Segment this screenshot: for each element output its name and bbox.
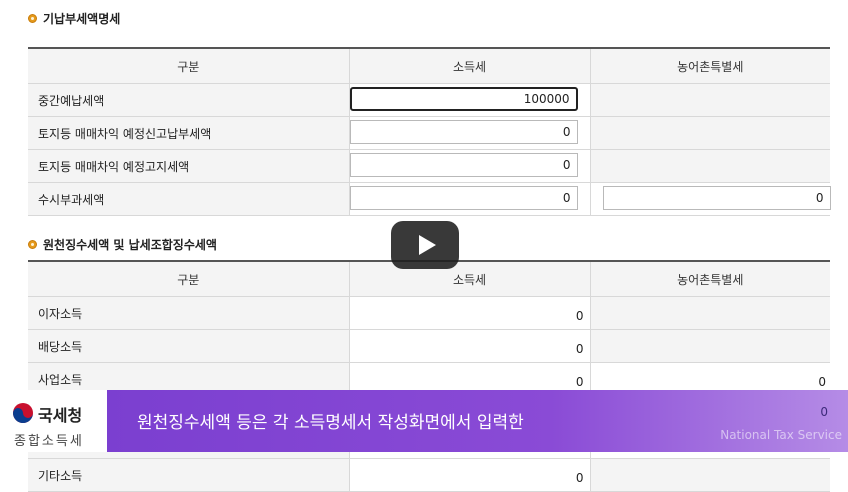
video-play-button[interactable] [391,221,459,269]
header-income-tax: 소득세 [348,261,590,297]
empty-cell [589,329,830,363]
withholding-tax-table: 구분 소득세 농어촌특별세 이자소득 0 배당소득 0 사업소득 0 0 기타소… [28,260,830,492]
row-label: 토지등 매매차익 예정신고납부세액 [28,116,349,150]
empty-cell [589,296,830,330]
occasional-assessment-rural-tax-input[interactable] [602,186,831,210]
table-header-row: 구분 소득세 농어촌특별세 [28,48,830,84]
empty-cell [589,149,830,183]
land-sale-notified-income-tax-input[interactable] [349,153,578,177]
bullet-icon [28,14,37,23]
section-title-prepaid-tax: 기납부세액명세 [28,10,120,27]
header-rural-tax: 농어촌특별세 [589,261,830,297]
business-income-tax-value: 0 [575,375,584,389]
row-label: 이자소득 [28,296,349,330]
other-income-tax-value: 0 [575,471,584,485]
caption-text: 원천징수세액 등은 각 소득명세서 작성화면에서 입력한 [137,413,524,433]
land-sale-declared-income-tax-input[interactable] [349,120,578,144]
interim-prepayment-income-tax-input[interactable] [349,87,578,111]
nts-logo: 국세청 종합소득세 [0,390,107,452]
banner-english-label: National Tax Service [720,428,842,442]
row-label: 토지등 매매차익 예정고지세액 [28,149,349,183]
header-rural-tax: 농어촌특별세 [589,48,830,84]
empty-cell [589,116,830,150]
bullet-icon [28,240,37,249]
row-label: 기타소득 [28,458,349,492]
empty-cell [589,458,830,492]
interest-income-tax-value: 0 [575,309,584,323]
table-row: 이자소득 0 [28,296,830,330]
table-row: 배당소득 0 [28,329,830,363]
header-category: 구분 [28,48,349,84]
logo-name: 국세청 [38,406,83,425]
occasional-assessment-income-tax-input[interactable] [349,186,578,210]
taegeuk-emblem-icon [13,403,33,423]
dividend-income-tax-value: 0 [575,342,584,356]
table-row: 중간예납세액 [28,83,830,117]
row-label: 배당소득 [28,329,349,363]
business-rural-tax-value: 0 [818,375,826,389]
table-row: 기타소득 0 [28,458,830,492]
empty-cell [589,83,830,117]
play-icon [418,235,436,255]
prepaid-tax-table: 구분 소득세 농어촌특별세 중간예납세액 토지등 매매차익 예정신고납부세액 토… [28,47,831,216]
header-income-tax: 소득세 [348,48,590,84]
table-row: 토지등 매매차익 예정신고납부세액 [28,116,830,150]
caption-banner: 원천징수세액 등은 각 소득명세서 작성화면에서 입력한 0 National … [107,390,848,452]
hidden-row-rural-tax-value: 0 [820,405,828,419]
header-category: 구분 [28,261,349,297]
logo-subtitle: 종합소득세 [14,434,84,449]
section-title-withholding-tax: 원천징수세액 및 납세조합징수세액 [28,236,217,253]
row-label: 수시부과세액 [28,182,349,216]
section-title-text: 원천징수세액 및 납세조합징수세액 [43,238,217,252]
table-row: 수시부과세액 [28,182,831,216]
row-label: 중간예납세액 [28,83,349,117]
section-title-text: 기납부세액명세 [43,12,121,26]
table-row: 토지등 매매차익 예정고지세액 [28,149,830,183]
